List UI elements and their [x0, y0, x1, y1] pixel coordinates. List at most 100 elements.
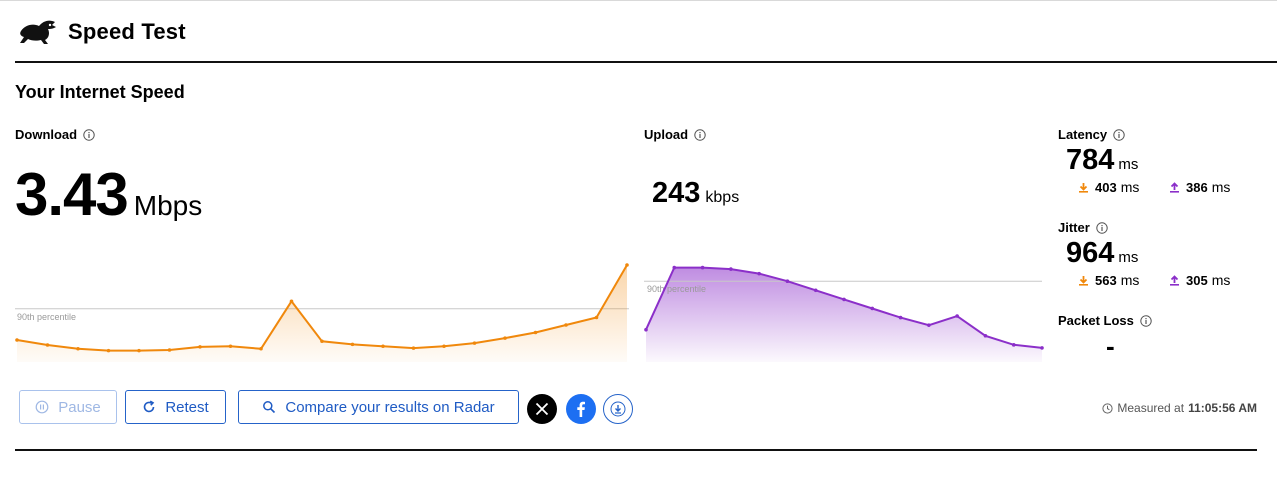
jitter-value: 964 [1066, 237, 1115, 269]
packet-loss-label-group: Packet Loss [1058, 313, 1152, 328]
download-point [472, 341, 477, 345]
latency-label: Latency [1058, 127, 1108, 142]
retest-button[interactable]: Retest [125, 390, 226, 424]
upload-label: Upload [644, 127, 689, 142]
download-chart: 90th percentile [15, 263, 629, 362]
download-arrow-icon [1079, 182, 1088, 193]
jitter-down-value: 563 [1095, 272, 1117, 288]
latency-down-value: 403 [1095, 179, 1117, 195]
download-area [17, 265, 627, 362]
download-info-icon[interactable] [83, 128, 95, 141]
upload-label-group: Upload [644, 127, 706, 142]
jitter-up-unit: ms [1211, 272, 1231, 288]
download-point [167, 348, 172, 352]
download-point [198, 345, 202, 349]
jitter-value-group: 964 ms [1066, 237, 1138, 270]
latency-up-value: 386 [1186, 179, 1208, 195]
download-point [45, 343, 50, 347]
app-header: Speed Test [0, 0, 1277, 63]
latency-down-unit: ms [1120, 179, 1140, 195]
download-point [15, 338, 19, 342]
upload-point [672, 265, 677, 270]
latency-download-row: 403 ms [1078, 179, 1139, 195]
jitter-unit: ms [1118, 249, 1139, 266]
compare-label: Compare your results on Radar [285, 398, 495, 416]
upload-chart: 90th percentile [644, 265, 1044, 362]
jitter-info-icon[interactable] [1096, 221, 1108, 234]
search-icon [263, 401, 276, 414]
upload-point [842, 297, 846, 302]
download-point [442, 344, 446, 349]
bottom-divider [15, 449, 1257, 451]
download-label: Download [15, 127, 78, 142]
download-point [564, 323, 568, 327]
download-speed: 3.43 Mbps [15, 160, 202, 229]
latency-unit: ms [1118, 156, 1139, 173]
upload-arrow-icon [1170, 181, 1179, 193]
upload-point [644, 327, 648, 332]
packet-loss-value: - [1106, 331, 1115, 361]
upload-info-icon[interactable] [694, 128, 706, 141]
upload-area [646, 267, 1042, 362]
retest-label: Retest [165, 398, 209, 416]
rabbit-icon [20, 20, 56, 44]
header-divider [15, 61, 1277, 63]
download-arrow-icon [1079, 275, 1088, 286]
download-icon [610, 401, 626, 417]
refresh-icon [144, 400, 155, 413]
measured-at: Measured at 11:05:56 AM [1102, 401, 1257, 415]
upload-speed: 243 kbps [652, 177, 739, 210]
upload-unit: kbps [705, 189, 740, 206]
jitter-up-value: 305 [1186, 272, 1208, 288]
latency-value: 784 [1066, 144, 1115, 176]
upload-percentile-label: 90th percentile [647, 284, 706, 294]
share-facebook-button[interactable] [566, 394, 596, 424]
pause-label: Pause [58, 398, 101, 416]
jitter-upload-row: 305 ms [1169, 272, 1230, 288]
upload-arrow-icon [1170, 274, 1179, 286]
clock-icon [1102, 402, 1113, 414]
app-title: Speed Test [68, 19, 186, 44]
download-point [503, 336, 507, 340]
packet-loss-info-icon[interactable] [1140, 314, 1152, 327]
packet-loss-label: Packet Loss [1058, 313, 1134, 328]
download-point [228, 344, 233, 349]
upload-value: 243 [652, 177, 701, 209]
compare-radar-button[interactable]: Compare your results on Radar [238, 390, 519, 424]
download-label-group: Download [15, 127, 95, 142]
jitter-label-group: Jitter [1058, 220, 1108, 235]
pause-button[interactable]: Pause [19, 390, 117, 424]
share-x-button[interactable] [527, 394, 557, 424]
jitter-down-unit: ms [1120, 272, 1140, 288]
upload-point [785, 279, 790, 284]
download-point [411, 346, 416, 350]
jitter-label: Jitter [1058, 220, 1090, 235]
download-point [259, 346, 263, 351]
upload-point [1040, 346, 1044, 350]
x-logo-icon [535, 402, 549, 416]
download-point [106, 348, 111, 353]
download-unit: Mbps [133, 190, 203, 221]
download-percentile-label: 90th percentile [17, 312, 76, 322]
latency-up-unit: ms [1211, 179, 1231, 195]
upload-point [813, 288, 818, 293]
download-point [533, 330, 538, 335]
upload-point [1011, 343, 1016, 347]
download-point [625, 263, 629, 267]
download-point [350, 342, 355, 347]
download-point [381, 344, 385, 349]
download-point [76, 346, 80, 351]
measured-prefix: Measured at [1117, 401, 1185, 415]
latency-upload-row: 386 ms [1169, 179, 1230, 195]
latency-label-group: Latency [1058, 127, 1125, 142]
pause-icon [35, 400, 49, 414]
upload-point [927, 323, 931, 327]
upload-point [700, 265, 705, 270]
latency-info-icon[interactable] [1113, 128, 1125, 141]
section-title: Your Internet Speed [15, 82, 185, 102]
upload-point [955, 314, 959, 318]
download-point [320, 339, 324, 344]
jitter-download-row: 563 ms [1078, 272, 1139, 288]
download-point [137, 348, 141, 353]
download-results-button[interactable] [603, 394, 633, 424]
